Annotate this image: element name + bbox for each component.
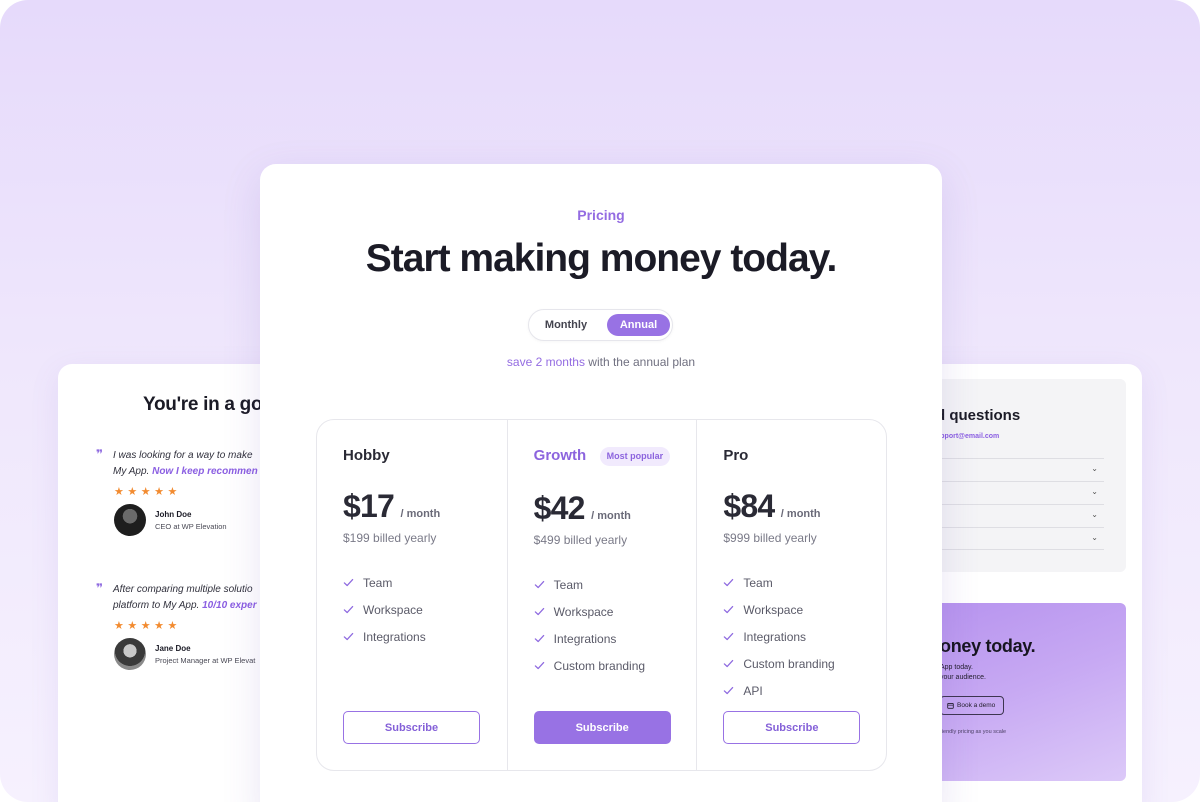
subscribe-button-growth[interactable]: Subscribe: [533, 711, 671, 744]
feature-list: Team Workspace Integrations Custom brand…: [534, 571, 645, 679]
check-icon: [534, 661, 544, 670]
feature-item: Team: [534, 571, 645, 598]
billed-yearly: $199 billed yearly: [343, 531, 437, 545]
feature-label: Workspace: [553, 604, 614, 619]
cta-text: your audience.: [940, 674, 986, 681]
plan-hobby: Hobby $17 / month $199 billed yearly Tea…: [317, 420, 507, 770]
faq-title: d questions: [936, 407, 1021, 424]
testimonial-line: My App.: [113, 465, 153, 477]
avatar: [114, 504, 146, 536]
feature-item: Custom branding: [723, 650, 835, 677]
feature-item: Workspace: [723, 596, 834, 623]
cta-text: App today.: [940, 664, 973, 671]
most-popular-badge: Most popular: [599, 447, 671, 466]
feature-label: Workspace: [363, 602, 423, 617]
cta-title: oney today.: [940, 636, 1036, 656]
feature-label: Team: [363, 575, 393, 590]
avatar: [114, 638, 146, 670]
feature-item: API: [723, 677, 834, 704]
plan-price: $42 / month: [534, 490, 631, 527]
check-icon: [724, 659, 734, 668]
price-period: / month: [400, 508, 441, 520]
price-amount: $42: [533, 490, 586, 526]
check-icon: [343, 605, 354, 614]
plan-growth: Growth Most popular $42 / month $499 bil…: [506, 420, 697, 770]
testimonial-highlight: 10/10 exper: [202, 599, 257, 611]
billing-toggle[interactable]: Monthly Annual: [528, 309, 673, 341]
feature-label: Team: [743, 575, 773, 590]
price-period: / month: [591, 510, 631, 522]
subscribe-button-hobby[interactable]: Subscribe: [343, 711, 480, 744]
plan-price: $17 / month: [343, 488, 440, 525]
feature-label: Custom branding: [743, 656, 835, 671]
check-icon: [343, 578, 354, 587]
plan-name: Hobby: [343, 447, 390, 464]
author-name: Jane Doe: [155, 643, 191, 653]
feature-label: Integrations: [363, 629, 426, 644]
chevron-down-icon: ⌄: [1091, 510, 1098, 519]
calendar-icon: [947, 702, 954, 709]
feature-label: Workspace: [743, 602, 804, 617]
book-demo-button[interactable]: Book a demo: [940, 696, 1005, 715]
feature-list: Team Workspace Integrations: [343, 569, 426, 650]
pricing-eyebrow: Pricing: [577, 207, 625, 223]
feature-label: Team: [553, 577, 584, 592]
check-icon: [724, 605, 734, 614]
plan-price: $84 / month: [723, 488, 820, 525]
quote-icon: ❞: [96, 447, 104, 461]
check-icon: [724, 686, 734, 695]
billed-yearly: $999 billed yearly: [723, 531, 817, 545]
price-amount: $84: [723, 488, 775, 524]
check-icon: [534, 580, 544, 589]
page-title: Start making money today.: [365, 237, 838, 280]
plans-grid: Hobby $17 / month $199 billed yearly Tea…: [316, 419, 887, 771]
chevron-down-icon: ⌄: [1091, 464, 1098, 473]
savings-highlight: save 2 months: [506, 355, 585, 369]
subscribe-button-pro[interactable]: Subscribe: [723, 711, 861, 744]
savings-text: with the annual plan: [584, 355, 696, 369]
feature-item: Team: [723, 569, 834, 596]
feature-item: Integrations: [534, 625, 645, 652]
cta-note: riendly pricing as you scale: [940, 729, 1007, 735]
page-background: You're in a go ❞ I was looking for a way…: [0, 0, 1200, 802]
feature-item: Workspace: [343, 596, 426, 623]
price-period: / month: [780, 508, 821, 520]
testimonial-highlight: Now I keep recommen: [152, 465, 258, 477]
savings-note: save 2 months with the annual plan: [260, 355, 942, 369]
feature-label: API: [743, 683, 763, 698]
feature-item: Workspace: [534, 598, 645, 625]
feature-item: Integrations: [343, 623, 426, 650]
author-role: CEO at WP Elevation: [155, 521, 227, 531]
chevron-down-icon: ⌄: [1091, 533, 1098, 542]
plan-pro: Pro $84 / month $999 billed yearly Team …: [696, 420, 886, 770]
quote-icon: ❞: [96, 581, 104, 595]
price-amount: $17: [343, 488, 395, 524]
chevron-down-icon: ⌄: [1091, 487, 1098, 496]
plan-name: Growth: [533, 447, 587, 464]
author-role: Project Manager at WP Elevat: [155, 655, 256, 665]
feature-list: Team Workspace Integrations Custom brand…: [723, 569, 835, 704]
billed-yearly: $499 billed yearly: [533, 533, 628, 547]
feature-item: Custom branding: [534, 652, 645, 679]
author-name: John Doe: [155, 509, 192, 519]
feature-item: Integrations: [723, 623, 834, 650]
plan-name: Pro: [723, 447, 749, 464]
feature-label: Integrations: [553, 631, 617, 646]
feature-label: Integrations: [743, 629, 807, 644]
check-icon: [343, 632, 354, 641]
testimonial-line: platform to My App.: [113, 599, 203, 611]
feature-item: Team: [343, 569, 426, 596]
check-icon: [534, 634, 544, 643]
testimonials-title: You're in a go: [143, 394, 263, 415]
feature-label: Custom branding: [553, 658, 646, 673]
pricing-card: Pricing Start making money today. Monthl…: [260, 164, 942, 802]
book-demo-label: Book a demo: [957, 702, 996, 709]
check-icon: [724, 578, 734, 587]
toggle-monthly[interactable]: Monthly: [537, 314, 595, 336]
check-icon: [534, 607, 544, 616]
toggle-annual[interactable]: Annual: [607, 314, 670, 336]
check-icon: [724, 632, 734, 641]
support-email-link[interactable]: upport@email.com: [936, 433, 999, 440]
